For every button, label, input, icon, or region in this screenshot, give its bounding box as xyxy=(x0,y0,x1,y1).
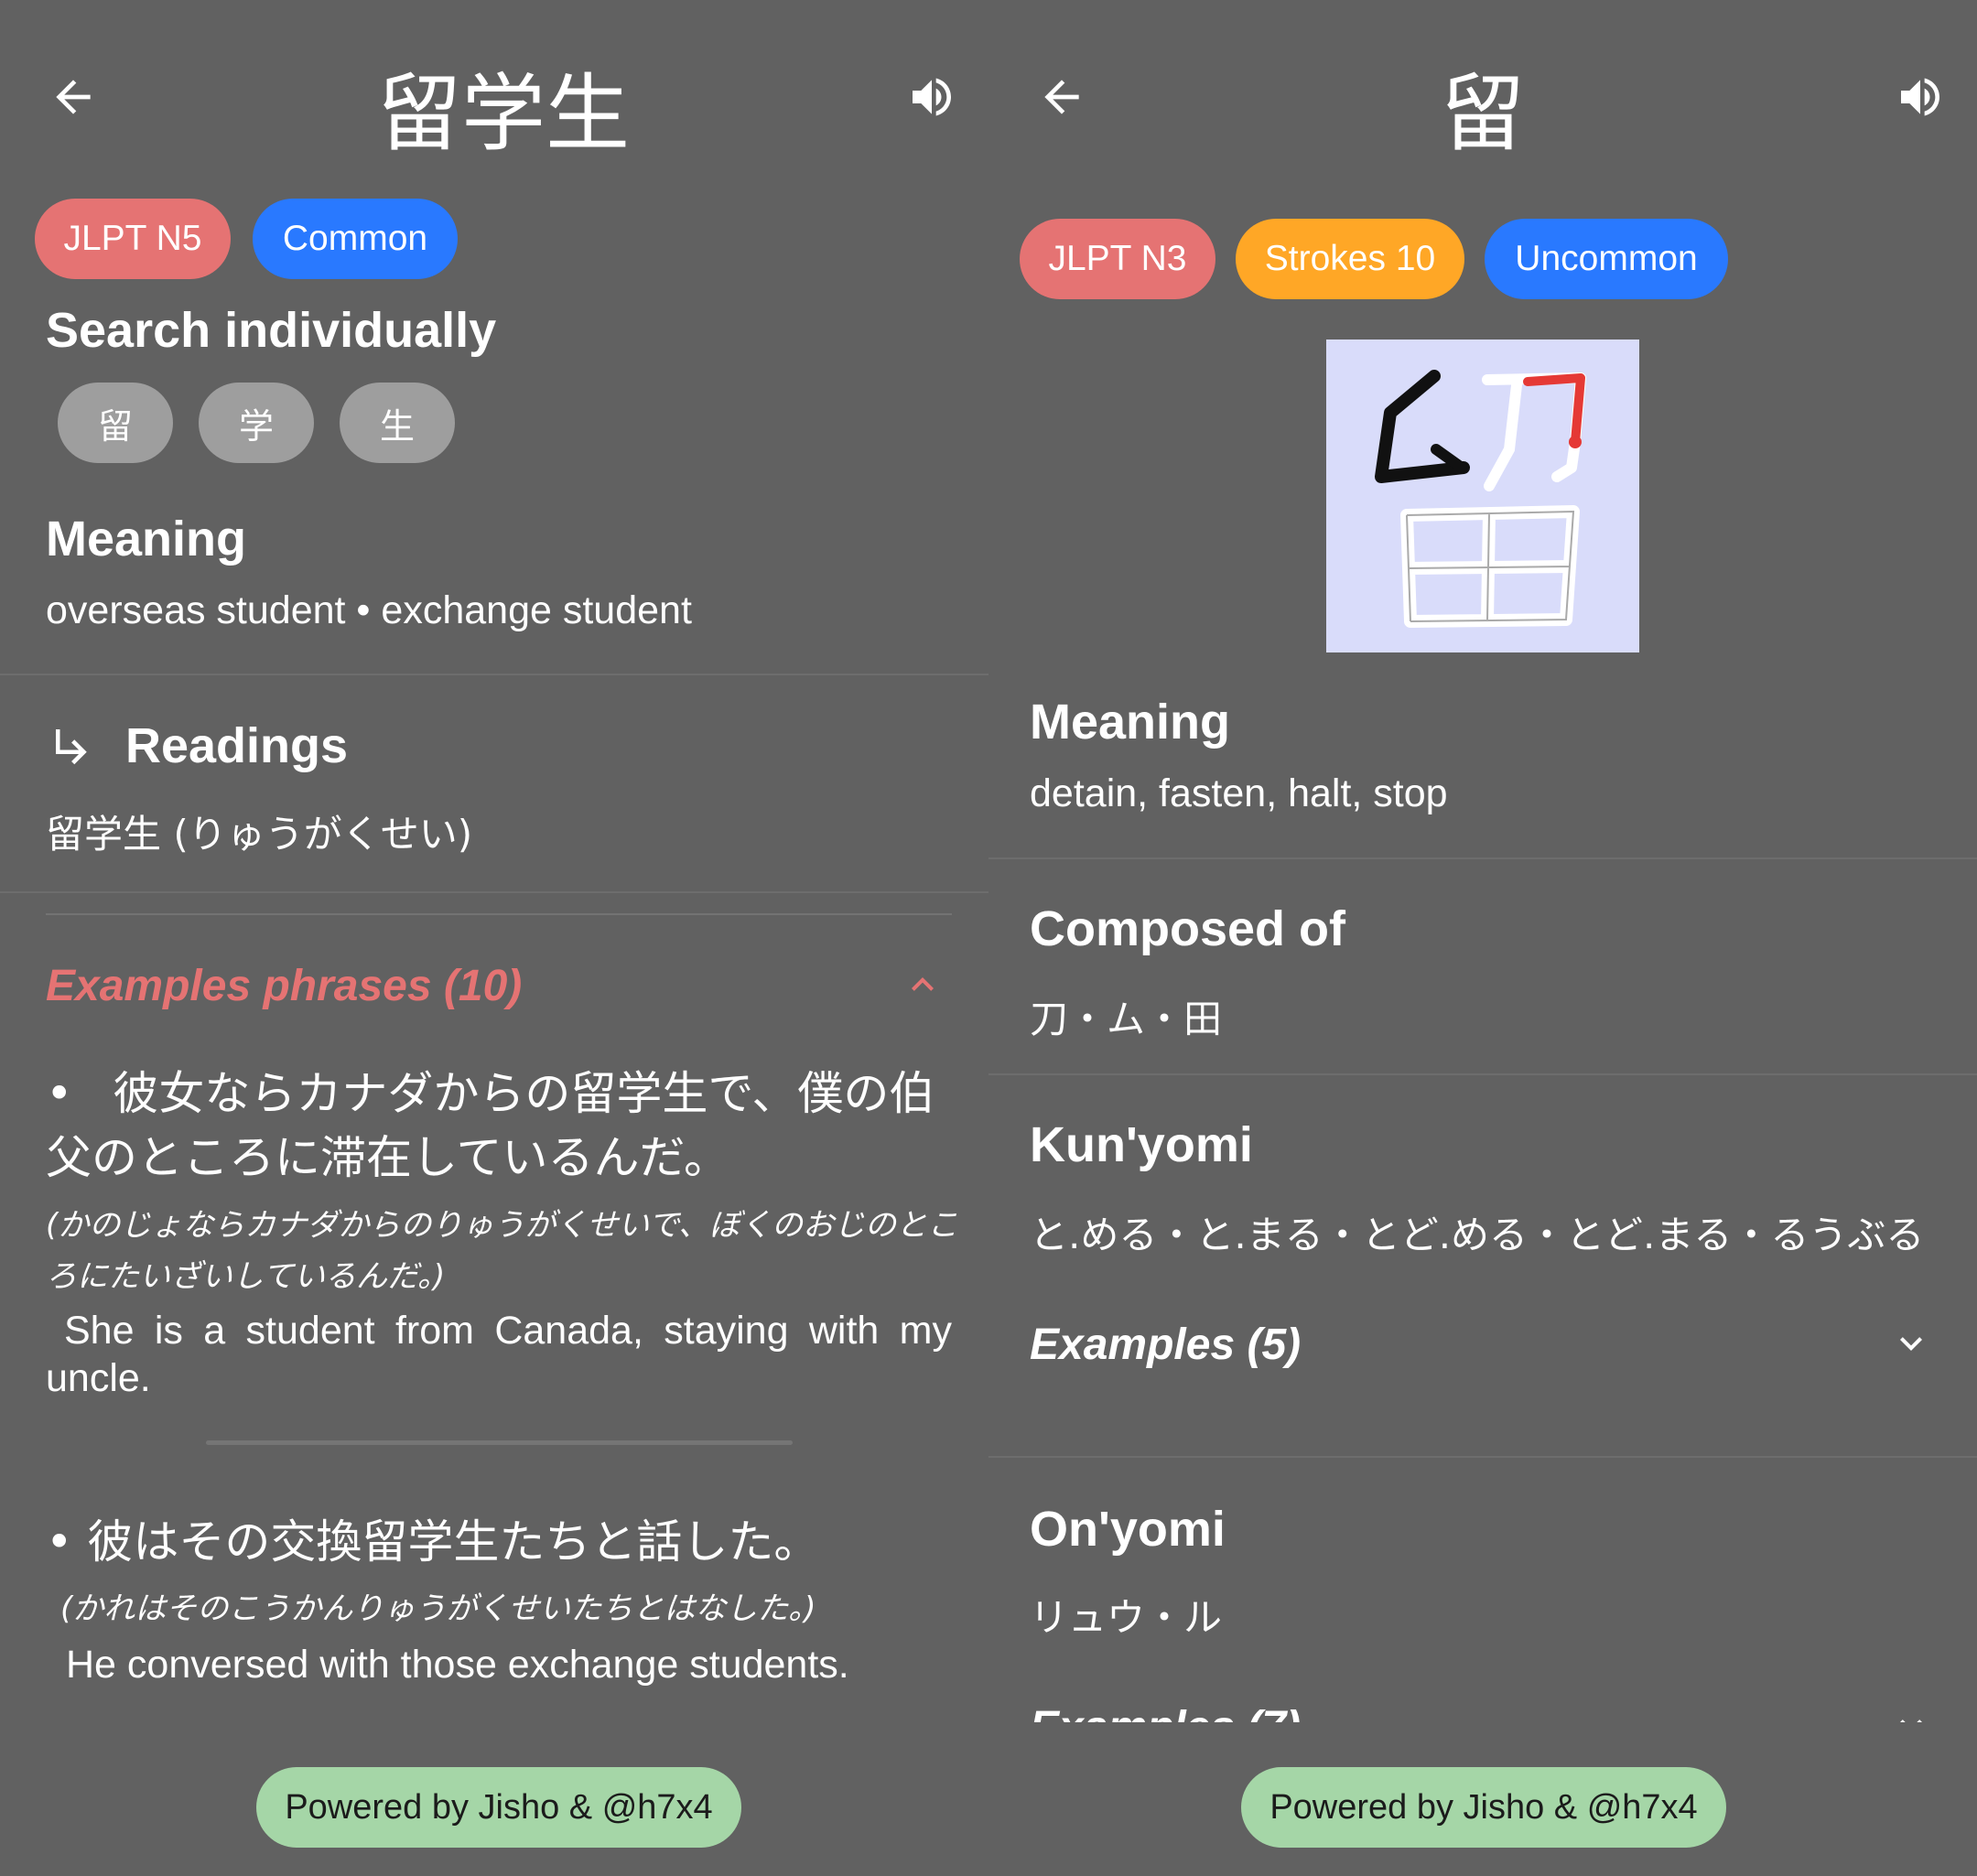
kunyomi-examples-heading[interactable]: Examples (5) xyxy=(1030,1320,1301,1370)
bullet: • xyxy=(46,1067,73,1120)
bullet: • xyxy=(46,1515,73,1569)
word-detail-panel: 留学生 JLPT N5 Common Search individually 留… xyxy=(0,0,988,1876)
back-arrow-icon[interactable] xyxy=(1036,71,1087,123)
volume-icon[interactable] xyxy=(906,71,957,123)
jlpt-badge-label: JLPT N3 xyxy=(1048,239,1187,278)
example-phrase-kana: (かれはそのこうかんりゅうがくせいたちとはなした。) xyxy=(60,1590,816,1627)
jlpt-badge: JLPT N5 xyxy=(35,199,231,279)
uncommon-badge: Uncommon xyxy=(1485,219,1728,299)
divider xyxy=(988,1456,1977,1458)
powered-by-footer[interactable]: Powered by Jisho & @h7x4 xyxy=(256,1767,741,1848)
uncommon-badge-label: Uncommon xyxy=(1515,239,1698,278)
strokes-badge-label: Strokes 10 xyxy=(1264,239,1436,278)
composed-of-heading: Composed of xyxy=(1030,901,1345,956)
common-badge-label: Common xyxy=(282,219,428,258)
subdirectory-arrow-right-icon xyxy=(48,721,97,771)
example-phrase-en: She is a student from Canada, staying wi… xyxy=(46,1309,952,1400)
chevron-up-icon[interactable] xyxy=(901,963,945,1007)
composed-of-text: 刀・ム・田 xyxy=(1030,997,1223,1041)
stroke-order-drawing xyxy=(1375,370,1586,628)
meaning-heading: Meaning xyxy=(1030,695,1231,749)
example-phrase-en: He conversed with those exchange student… xyxy=(66,1643,849,1687)
kanji-chip[interactable]: 生 xyxy=(340,383,455,463)
meaning-text: overseas student • exchange student xyxy=(46,588,692,632)
readings-heading: Readings xyxy=(125,718,349,773)
meaning-text: detain, fasten, halt, stop xyxy=(1030,771,1448,815)
kanji-chip[interactable]: 学 xyxy=(199,383,314,463)
jlpt-badge: JLPT N3 xyxy=(1020,219,1215,299)
kanji-chip[interactable]: 留 xyxy=(58,383,173,463)
onyomi-heading: On'yomi xyxy=(1030,1502,1226,1557)
kanji-detail-panel: 留 JLPT N3 Strokes 10 Uncommon Meaning de… xyxy=(988,0,1977,1876)
example-phrase-kana: (かのじょならカナダからのりゅうがくせいで、ぼくのおじのところにたいざいしている… xyxy=(46,1207,958,1295)
divider xyxy=(988,1073,1977,1075)
back-arrow-icon[interactable] xyxy=(48,71,99,123)
kunyomi-text: と.める・と.まる・とど.める・とど.まる・るうぶる xyxy=(1030,1213,1925,1257)
common-badge: Common xyxy=(253,199,458,279)
jlpt-badge-label: JLPT N5 xyxy=(63,219,202,258)
powered-by-footer[interactable]: Powered by Jisho & @h7x4 xyxy=(1241,1767,1726,1848)
volume-icon[interactable] xyxy=(1895,71,1946,123)
phrase-separator xyxy=(206,1440,793,1445)
chevron-down-icon[interactable] xyxy=(1889,1321,1933,1365)
stroke-order-image xyxy=(1326,340,1639,652)
chevron-down-icon[interactable] xyxy=(1889,1704,1933,1722)
phrase-jp-text: 彼はその交換留学生たちと話した。 xyxy=(87,1515,820,1569)
onyomi-examples-row-clipped: Examples (7) xyxy=(988,1684,1977,1722)
readings-text: 留学生 (りゅうがくせい) xyxy=(46,812,473,857)
divider xyxy=(0,891,988,893)
kunyomi-heading: Kun'yomi xyxy=(1030,1117,1253,1172)
example-phrase-jp: • 彼はその交換留学生たちと話した。 xyxy=(46,1510,961,1574)
onyomi-examples-heading[interactable]: Examples (7) xyxy=(1030,1702,1301,1722)
examples-phrases-heading[interactable]: Examples phrases (10) xyxy=(46,961,522,1011)
strokes-badge: Strokes 10 xyxy=(1236,219,1464,299)
divider xyxy=(0,674,988,675)
search-individually-heading: Search individually xyxy=(46,303,497,358)
phrase-jp-text: 彼女ならカナダからの留学生で、僕の伯父のところに滞在しているんだ。 xyxy=(46,1067,935,1184)
onyomi-text: リュウ・ル xyxy=(1030,1595,1223,1640)
kanji-chip-label: 留 xyxy=(97,405,133,447)
kanji-chip-label: 生 xyxy=(379,405,415,447)
example-phrase-jp: • 彼女ならカナダからの留学生で、僕の伯父のところに滞在しているんだ。 xyxy=(46,1062,961,1190)
divider xyxy=(46,913,952,915)
kanji-chip-label: 学 xyxy=(238,405,274,447)
page-title: 留学生 xyxy=(376,65,630,163)
divider xyxy=(988,857,1977,859)
page-title: 留 xyxy=(1440,65,1525,163)
meaning-heading: Meaning xyxy=(46,512,247,566)
